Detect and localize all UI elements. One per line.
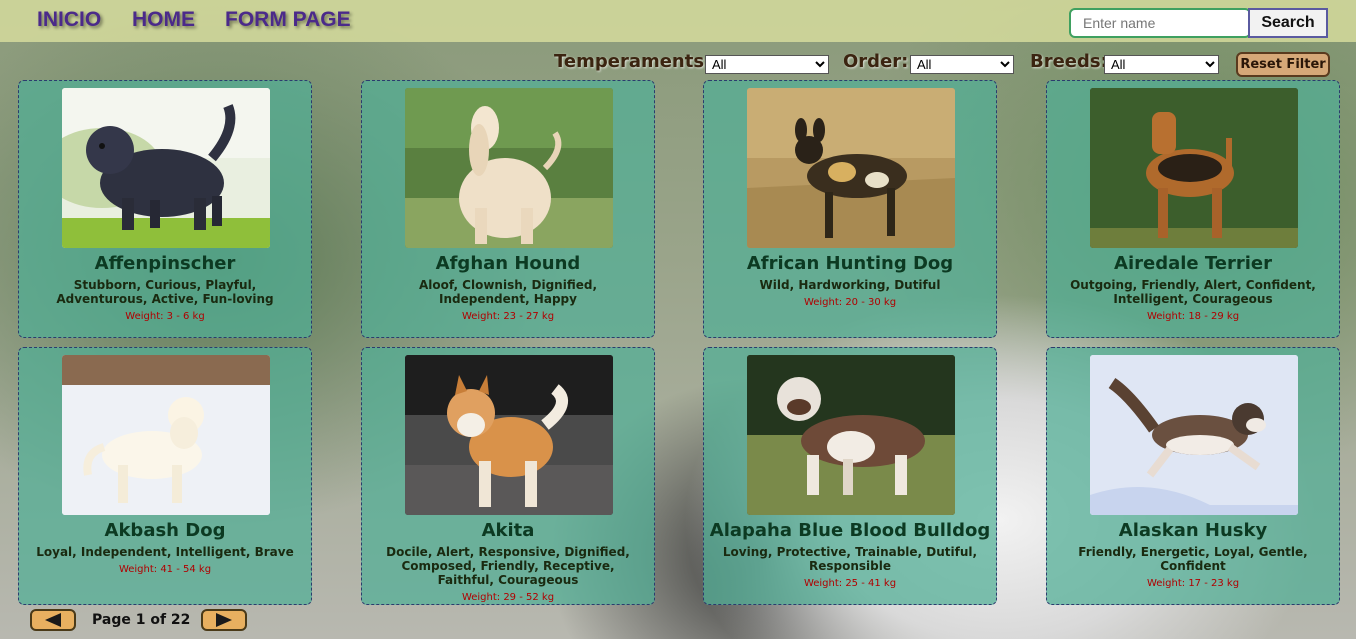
dog-weight: Weight: 3 - 6 kg xyxy=(125,311,205,322)
dog-temperament: Outgoing, Friendly, Alert, Confident, In… xyxy=(1057,278,1329,324)
triangle-right-icon xyxy=(216,613,232,627)
dog-temperament-text: Docile, Alert, Responsive, Dignified, Co… xyxy=(386,545,630,587)
dog-card-akita[interactable]: Akita Docile, Alert, Responsive, Dignifi… xyxy=(361,347,655,605)
dog-temperament: Friendly, Energetic, Loyal, Gentle, Conf… xyxy=(1057,545,1329,591)
dog-temperament-text: Wild, Hardworking, Dutiful xyxy=(759,278,941,292)
dog-card-african-hunting-dog[interactable]: African Hunting Dog Wild, Hardworking, D… xyxy=(703,80,997,338)
dog-name: Alaskan Husky xyxy=(1118,520,1268,541)
dog-card-alapaha-blue-blood-bulldog[interactable]: Alapaha Blue Blood Bulldog Loving, Prote… xyxy=(703,347,997,605)
nav-link-home[interactable]: HOME xyxy=(132,8,195,32)
reset-filter-button[interactable]: Reset Filter xyxy=(1236,52,1330,77)
dog-temperament-text: Friendly, Energetic, Loyal, Gentle, Conf… xyxy=(1078,545,1308,573)
dog-weight: Weight: 18 - 29 kg xyxy=(1146,311,1240,322)
dog-photo xyxy=(747,88,955,248)
dog-temperament: Loving, Protective, Trainable, Dutiful, … xyxy=(714,545,986,591)
breeds-select[interactable]: All xyxy=(1104,55,1219,74)
prev-page-button[interactable] xyxy=(30,609,76,631)
dog-card-akbash-dog[interactable]: Akbash Dog Loyal, Independent, Intellige… xyxy=(18,347,312,605)
temperaments-filter-label: Temperaments: xyxy=(554,51,712,72)
search-button[interactable]: Search xyxy=(1248,8,1328,38)
dog-name: African Hunting Dog xyxy=(746,253,954,274)
dog-photo xyxy=(62,355,270,515)
breeds-filter-label: Breeds: xyxy=(1030,51,1108,72)
dog-temperament: Loyal, Independent, Intelligent, Brave W… xyxy=(29,545,301,577)
dog-temperament: Stubborn, Curious, Playful, Adventurous,… xyxy=(29,278,301,324)
dog-temperament-text: Outgoing, Friendly, Alert, Confident, In… xyxy=(1070,278,1316,306)
dog-name: Akita xyxy=(481,520,535,541)
next-page-button[interactable] xyxy=(201,609,247,631)
dog-name: Airedale Terrier xyxy=(1114,253,1272,274)
dog-photo xyxy=(1090,355,1298,515)
nav-link-inicio[interactable]: INICIO xyxy=(37,8,101,32)
dog-weight: Weight: 20 - 30 kg xyxy=(803,297,897,308)
order-select[interactable]: All xyxy=(910,55,1014,74)
dog-card-affenpinscher[interactable]: Affenpinscher Stubborn, Curious, Playful… xyxy=(18,80,312,338)
dog-temperament-text: Loving, Protective, Trainable, Dutiful, … xyxy=(722,545,978,573)
dog-card-afghan-hound[interactable]: Afghan Hound Aloof, Clownish, Dignified,… xyxy=(361,80,655,338)
dog-weight: Weight: 25 - 41 kg xyxy=(803,578,897,589)
search-input[interactable] xyxy=(1069,8,1251,38)
dog-weight: Weight: 41 - 54 kg xyxy=(118,564,212,575)
dog-name: Akbash Dog xyxy=(104,520,226,541)
dog-photo xyxy=(1090,88,1298,248)
dog-temperament-text: Loyal, Independent, Intelligent, Brave xyxy=(36,545,294,559)
triangle-left-icon xyxy=(45,613,61,627)
dog-photo xyxy=(405,355,613,515)
dog-name: Affenpinscher xyxy=(94,253,236,274)
dog-card-alaskan-husky[interactable]: Alaskan Husky Friendly, Energetic, Loyal… xyxy=(1046,347,1340,605)
dog-photo xyxy=(405,88,613,248)
nav-link-form-page[interactable]: FORM PAGE xyxy=(225,8,351,32)
dog-temperament: Docile, Alert, Responsive, Dignified, Co… xyxy=(372,545,644,604)
dog-name: Afghan Hound xyxy=(435,253,581,274)
dog-photo xyxy=(747,355,955,515)
dog-card-airedale-terrier[interactable]: Airedale Terrier Outgoing, Friendly, Ale… xyxy=(1046,80,1340,338)
page-indicator: Page 1 of 22 xyxy=(92,612,191,628)
dog-photo xyxy=(62,88,270,248)
dog-temperament: Wild, Hardworking, Dutiful Weight: 20 - … xyxy=(714,278,986,310)
dog-name: Alapaha Blue Blood Bulldog xyxy=(709,520,991,541)
dog-temperament-text: Aloof, Clownish, Dignified, Independent,… xyxy=(418,278,598,306)
order-filter-label: Order: xyxy=(843,51,909,72)
top-navbar: INICIO HOME FORM PAGE Search xyxy=(0,0,1356,42)
dog-weight: Weight: 17 - 23 kg xyxy=(1146,578,1240,589)
dog-temperament-text: Stubborn, Curious, Playful, Adventurous,… xyxy=(56,278,274,306)
temperaments-select[interactable]: All xyxy=(705,55,829,74)
dog-temperament: Aloof, Clownish, Dignified, Independent,… xyxy=(372,278,644,324)
dog-weight: Weight: 23 - 27 kg xyxy=(461,311,555,322)
dog-weight: Weight: 29 - 52 kg xyxy=(461,592,555,603)
